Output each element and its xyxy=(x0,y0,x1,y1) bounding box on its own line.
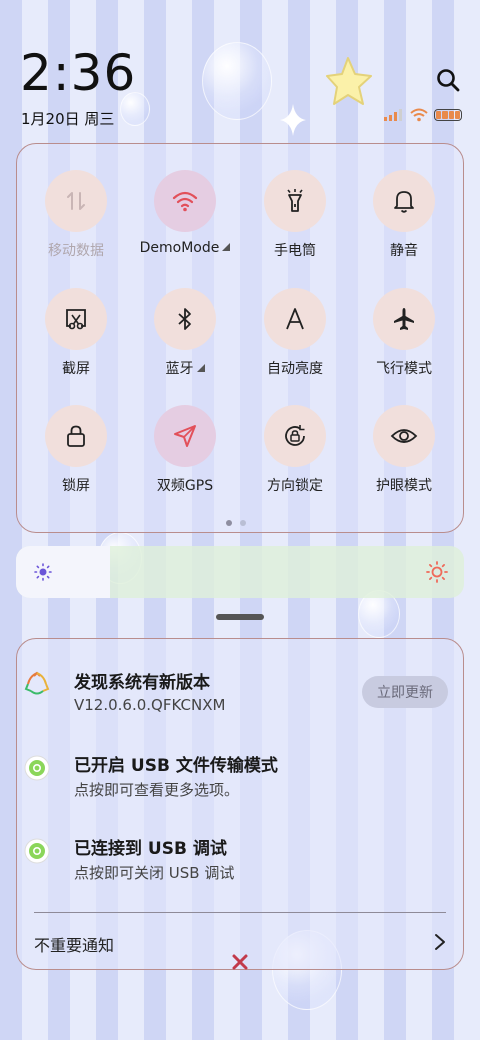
tile-gps-button[interactable] xyxy=(154,405,216,467)
unimportant-notifications-link[interactable]: 不重要通知 xyxy=(34,932,114,956)
divider xyxy=(34,912,446,913)
tile-bluetooth[interactable]: 蓝牙 xyxy=(135,288,235,378)
tile-label: 截屏 xyxy=(62,361,90,377)
bluetooth-icon xyxy=(178,308,191,330)
tile-label: 护眼模式 xyxy=(376,478,432,494)
tile-label: 自动亮度 xyxy=(267,361,323,377)
tile-label: DemoMode xyxy=(135,240,235,256)
notification-title: 已开启 USB 文件传输模式 xyxy=(74,756,278,776)
tile-eye-comfort-button[interactable] xyxy=(373,405,435,467)
signal-icon xyxy=(384,109,402,121)
brightness-low-icon xyxy=(34,563,52,581)
drag-handle[interactable] xyxy=(216,614,264,620)
tile-wifi-button[interactable] xyxy=(154,170,216,232)
notification-usb-debugging[interactable]: 已连接到 USB 调试 点按即可关闭 USB 调试 xyxy=(22,834,432,882)
tile-screenshot-button[interactable] xyxy=(45,288,107,350)
notification-subtitle: 点按即可关闭 USB 调试 xyxy=(74,864,235,882)
brightness-slider[interactable] xyxy=(16,546,464,598)
status-icons xyxy=(384,108,462,122)
decor-bubble xyxy=(202,42,272,120)
tile-flashlight-button[interactable] xyxy=(264,170,326,232)
tile-label: 飞行模式 xyxy=(376,361,432,377)
battery-icon xyxy=(434,109,462,121)
notification-subtitle: V12.0.6.0.QFKCNXM xyxy=(74,696,226,714)
wifi-icon xyxy=(172,191,198,212)
airplane-icon xyxy=(394,308,414,330)
tile-auto-brightness[interactable]: 自动亮度 xyxy=(245,288,345,378)
tile-rotation-lock[interactable]: 方向锁定 xyxy=(245,405,345,495)
tile-gps[interactable]: 双频GPS xyxy=(135,405,235,495)
expand-triangle-icon xyxy=(222,243,231,251)
tile-label: 静音 xyxy=(390,243,418,259)
auto-brightness-icon xyxy=(286,308,304,330)
notification-title: 发现系统有新版本 xyxy=(74,673,210,693)
page-indicator xyxy=(226,520,246,526)
page-dot-active xyxy=(226,520,232,526)
star-icon xyxy=(326,57,372,105)
expand-triangle-icon xyxy=(196,364,205,372)
search-icon[interactable] xyxy=(434,66,462,94)
tile-mobile-data-button[interactable] xyxy=(45,170,107,232)
rotation-lock-icon xyxy=(285,425,305,446)
tile-lock-screen-button[interactable] xyxy=(45,405,107,467)
tile-label: 双频GPS xyxy=(156,478,214,494)
tile-label: 蓝牙 xyxy=(135,358,235,378)
chevron-right-icon[interactable] xyxy=(432,932,448,952)
tile-auto-brightness-button[interactable] xyxy=(264,288,326,350)
tile-rotation-lock-button[interactable] xyxy=(264,405,326,467)
notification-usb-transfer[interactable]: 已开启 USB 文件传输模式 点按即可查看更多选项。 xyxy=(22,751,432,799)
flashlight-icon xyxy=(287,189,303,212)
tile-label: 手电筒 xyxy=(274,243,316,259)
notification-title: 已连接到 USB 调试 xyxy=(74,839,227,859)
tile-eye-comfort[interactable]: 护眼模式 xyxy=(354,405,454,495)
tile-screenshot[interactable]: 截屏 xyxy=(26,288,126,378)
tile-mobile-data[interactable]: 移动数据 xyxy=(26,170,126,260)
page-dot xyxy=(240,520,246,526)
tile-label: 方向锁定 xyxy=(267,478,323,494)
lock-icon xyxy=(67,425,85,447)
date-text: 1月20日 周三 xyxy=(21,110,115,128)
tile-wifi[interactable]: DemoMode xyxy=(135,170,235,256)
screenshot-icon xyxy=(66,309,86,330)
tile-silent[interactable]: 静音 xyxy=(354,170,454,260)
clear-all-close-icon[interactable] xyxy=(230,952,250,972)
mobile-data-icon xyxy=(67,192,85,210)
tile-silent-button[interactable] xyxy=(373,170,435,232)
tile-bluetooth-button[interactable] xyxy=(154,288,216,350)
sparkle-icon xyxy=(280,104,306,136)
tile-label: 锁屏 xyxy=(62,478,90,494)
gps-icon xyxy=(174,425,196,447)
tile-airplane[interactable]: 飞行模式 xyxy=(354,288,454,378)
brightness-high-icon xyxy=(426,561,448,583)
brightness-fill xyxy=(16,546,111,598)
update-now-button[interactable]: 立即更新 xyxy=(362,676,448,708)
wifi-status-icon xyxy=(410,108,428,122)
tile-lock-screen[interactable]: 锁屏 xyxy=(26,405,126,495)
android-settings-icon xyxy=(24,755,50,781)
eye-icon xyxy=(390,429,418,443)
bell-icon xyxy=(394,191,414,213)
tile-airplane-button[interactable] xyxy=(373,288,435,350)
update-icon xyxy=(24,671,50,695)
android-settings-icon xyxy=(24,838,50,864)
notification-subtitle: 点按即可查看更多选项。 xyxy=(74,781,240,799)
tile-label: 移动数据 xyxy=(48,243,104,259)
clock: 2:36 xyxy=(20,44,137,102)
tile-flashlight[interactable]: 手电筒 xyxy=(245,170,345,260)
